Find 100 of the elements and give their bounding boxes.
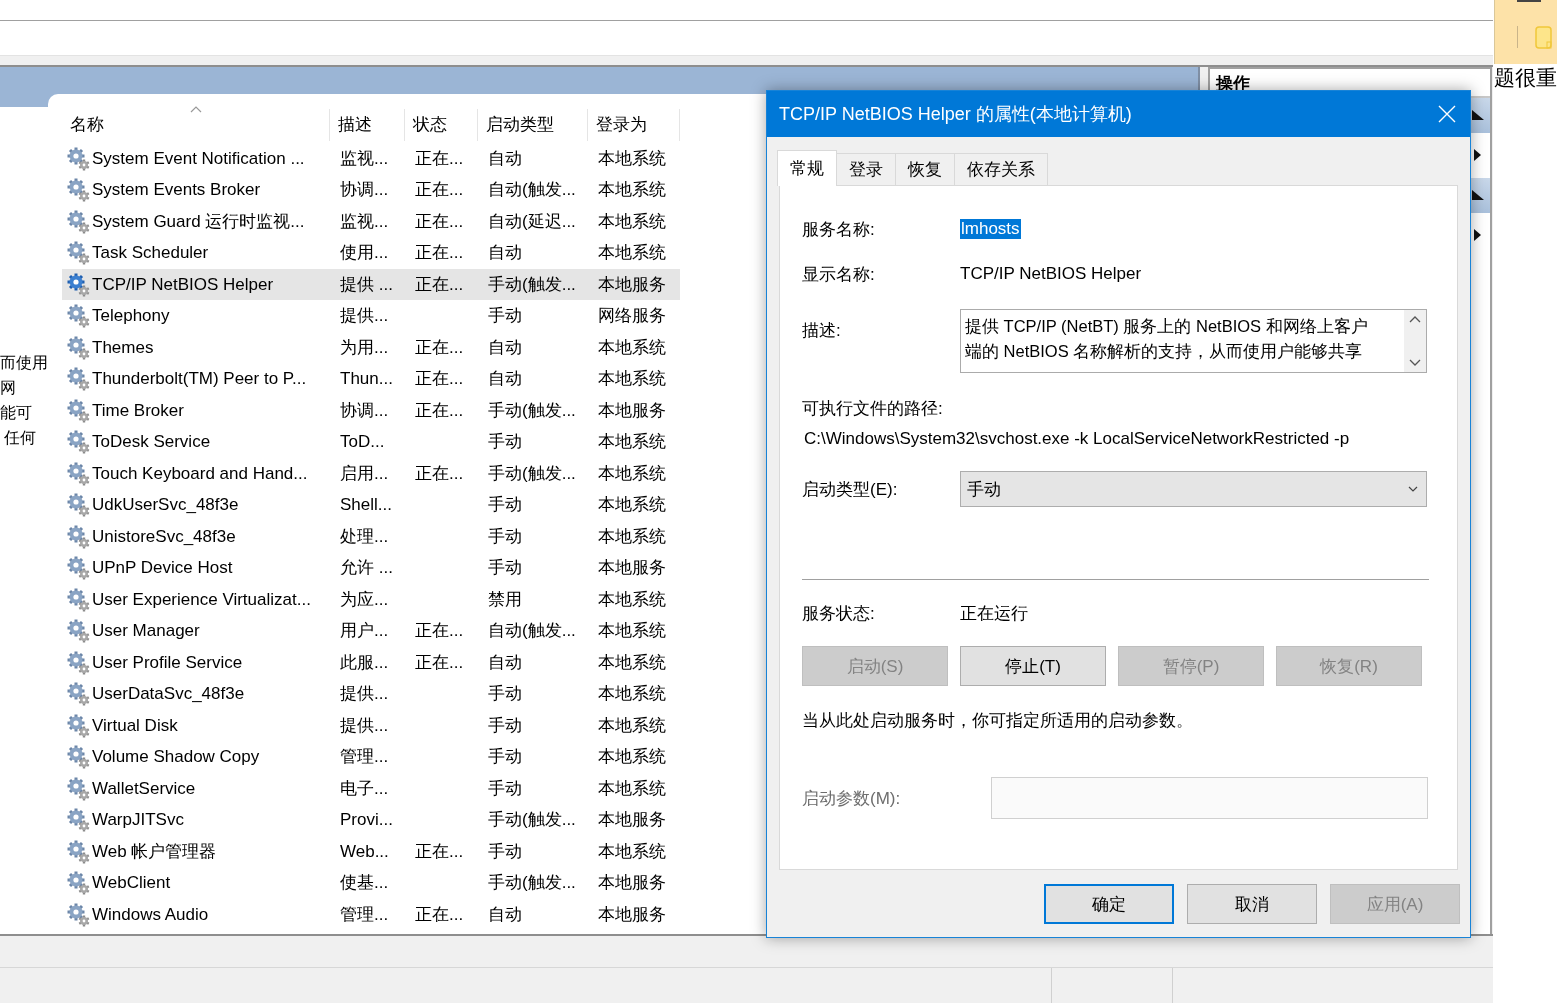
service-name: ToDesk Service (92, 431, 211, 454)
table-cell-text: 提供... (339, 714, 390, 737)
service-row[interactable]: UdkUserSvc_48f3e Shell... 手动 本地系统 (62, 489, 680, 521)
gears-icon (66, 524, 90, 549)
service-row[interactable]: WebClient 使基... 手动(触发... 本地服务 (62, 867, 680, 899)
table-cell-text: 正在... (414, 210, 465, 233)
column-header[interactable]: 启动类型 (478, 108, 588, 141)
service-row[interactable]: Time Broker 协调... 正在... 手动(触发... 本地服务 (62, 394, 680, 427)
service-row[interactable]: UPnP Device Host 允许 ... 手动 本地服务 (62, 552, 680, 584)
table-cell-text: 手动(触发... (487, 872, 577, 895)
service-name: System Guard 运行时监视... (92, 210, 305, 233)
table-cell-text: 监视... (339, 147, 390, 170)
table-cell-text: 自动 (487, 903, 523, 926)
table-cell-text: 手动 (487, 525, 523, 548)
hint-text: 当从此处启动服务时，你可指定所适用的启动参数。 (802, 710, 1194, 732)
service-row[interactable]: TCP/IP NetBIOS Helper 提供 ... 正在... 手动(触发... 本地服务 (62, 268, 680, 301)
gears-icon (66, 745, 90, 770)
service-row[interactable]: WarpJITSvc Provi... 手动(触发... 本地服务 (62, 804, 680, 836)
column-header[interactable]: 描述 (330, 108, 405, 141)
service-row[interactable]: Telephony 提供... 手动 网络服务 (62, 300, 680, 332)
service-row[interactable]: Virtual Disk 提供... 手动 本地系统 (62, 709, 680, 742)
table-cell-text: 手动 (487, 777, 523, 800)
table-cell-text: 本地系统 (597, 840, 667, 863)
service-name: WarpJITSvc (92, 809, 184, 832)
table-cell-text: 网络服务 (597, 305, 667, 328)
table-cell-text: 手动 (487, 431, 523, 454)
table-cell-text: 允许 ... (339, 557, 394, 580)
table-cell-text: 手动 (487, 714, 523, 737)
column-header[interactable]: 登录为 (588, 108, 680, 141)
table-cell-text: 提供... (339, 683, 390, 706)
service-row[interactable]: Thunderbolt(TM) Peer to P... Thun... 正在... 自动 本地系统 (62, 363, 680, 395)
service-name: User Manager (92, 620, 200, 643)
column-header[interactable]: 状态 (405, 108, 478, 141)
description-line: 端的 NetBIOS 名称解析的支持，从而使用户能够共享 (965, 341, 1364, 362)
table-cell-text: 正在... (414, 336, 465, 359)
service-row[interactable]: WalletService 电子... 手动 本地系统 (62, 772, 680, 805)
service-row[interactable]: Windows Audio 管理... 正在... 自动 本地服务 (62, 898, 680, 931)
service-row[interactable]: Themes 为用... 正在... 自动 本地系统 (62, 331, 680, 364)
table-cell-text: 手动 (487, 305, 523, 328)
service-row[interactable]: System Event Notification ... 监视... 正在... 自动 本地系统 (62, 142, 680, 175)
table-cell-text: ToD... (339, 431, 386, 454)
service-row[interactable]: User Profile Service 此服... 正在... 自动 本地系统 (62, 646, 680, 679)
service-row[interactable]: UserDataSvc_48f3e 提供... 手动 本地系统 (62, 678, 680, 710)
sort-caret-icon (190, 104, 202, 113)
close-icon[interactable] (1438, 105, 1456, 123)
service-row[interactable]: Task Scheduler 使用... 正在... 自动 本地系统 (62, 237, 680, 269)
table-cell-text: 管理... (339, 903, 390, 926)
service-control-button[interactable]: 停止(T) (960, 646, 1106, 686)
table-cell-text: 本地系统 (597, 179, 667, 202)
service-row[interactable]: Touch Keyboard and Hand... 启用... 正在... 手动(触发... 本地系统 (62, 457, 680, 490)
table-cell-text: Shell... (339, 494, 393, 517)
field-label: 服务状态: (802, 602, 876, 625)
column-header[interactable]: 名称 (62, 108, 330, 141)
table-cell-text: 手动 (487, 494, 523, 517)
service-row[interactable]: UnistoreSvc_48f3e 处理... 手动 本地系统 (62, 520, 680, 553)
service-row[interactable]: ToDesk Service ToD... 手动 本地系统 (62, 426, 680, 458)
dialog-button[interactable]: 确定 (1044, 884, 1174, 924)
service-row[interactable]: User Manager 用户... 正在... 自动(触发... 本地系统 (62, 615, 680, 647)
tab[interactable]: 依存关系 (954, 153, 1048, 185)
dialog-button[interactable]: 取消 (1187, 884, 1317, 924)
service-row[interactable]: Volume Shadow Copy 管理... 手动 本地系统 (62, 741, 680, 773)
table-cell-text: 正在... (414, 368, 465, 391)
table-cell-text: 正在... (414, 399, 465, 422)
service-name: Virtual Disk (92, 714, 178, 737)
service-row[interactable]: System Guard 运行时监视... 监视... 正在... 自动(延迟... 本地系统 (62, 205, 680, 238)
gears-icon (66, 272, 90, 297)
table-cell-text: 本地系统 (597, 746, 667, 769)
table-cell-text: 自动 (487, 368, 523, 391)
table-cell-text: Web... (339, 840, 390, 863)
table-cell-text: 手动 (487, 840, 523, 863)
text-fragment: 任何 (3, 428, 37, 448)
service-row[interactable]: User Experience Virtualizat... 为应... 禁用 本地系统 (62, 583, 680, 616)
gears-icon (66, 178, 90, 203)
table-cell-text: 正在... (414, 462, 465, 485)
startup-type-dropdown[interactable]: 手动 (960, 471, 1427, 507)
table-cell-text: 为应... (339, 588, 390, 611)
service-name: User Profile Service (92, 651, 243, 674)
table-cell-text: 协调... (339, 179, 390, 202)
gears-icon (66, 398, 90, 423)
gears-icon (66, 304, 90, 329)
service-row[interactable]: System Events Broker 协调... 正在... 自动(触发... 本地系统 (62, 174, 680, 206)
tab[interactable]: 常规 (777, 150, 837, 186)
service-name: System Event Notification ... (92, 147, 305, 170)
table-cell-text: 禁用 (487, 588, 523, 611)
service-row[interactable]: Web 帐户管理器 Web... 正在... 手动 本地系统 (62, 835, 680, 868)
service-name: WalletService (92, 777, 196, 800)
service-name: TCP/IP NetBIOS Helper (92, 273, 274, 296)
scroll-up-icon[interactable] (1409, 315, 1421, 323)
scroll-down-icon[interactable] (1409, 359, 1421, 367)
table-cell-text: 提供... (339, 305, 390, 328)
service-name-value: lmhosts (960, 219, 1021, 239)
table-cell-text: 自动(触发... (487, 179, 577, 202)
service-name: Telephony (92, 305, 170, 328)
gears-icon (66, 493, 90, 518)
table-cell-text: 正在... (414, 147, 465, 170)
table-cell-text: 自动(延迟... (487, 210, 577, 233)
table-cell-text: 本地系统 (597, 210, 667, 233)
table-cell-text: 本地服务 (597, 872, 667, 895)
service-name: Thunderbolt(TM) Peer to P... (92, 368, 307, 391)
description-box[interactable]: 提供 TCP/IP (NetBT) 服务上的 NetBIOS 和网络上客户 端的 NetBIOS 名称解析的支持，从而使用户能够共享 (960, 309, 1427, 373)
